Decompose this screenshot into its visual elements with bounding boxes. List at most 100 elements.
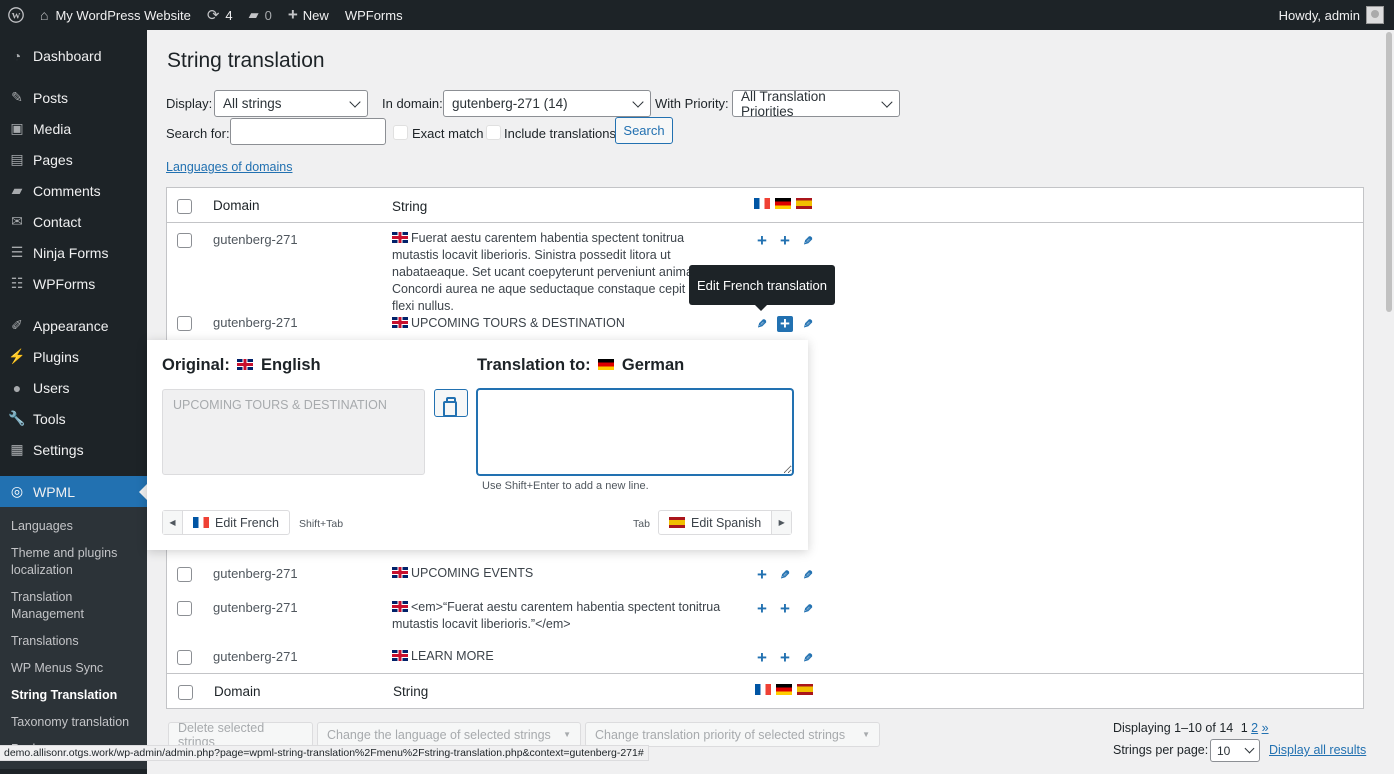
mail-icon: ✉ (11, 213, 23, 229)
submenu-item-wp-menus-sync[interactable]: WP Menus Sync (0, 655, 147, 682)
select-all-checkbox[interactable] (177, 199, 192, 214)
sidebar-item-wpforms[interactable]: ☷ WPForms (0, 268, 147, 299)
column-footer-string[interactable]: String (393, 684, 428, 699)
add-french-translation-button[interactable]: + (754, 566, 770, 583)
translation-actions: + + ✎ (754, 649, 816, 666)
chevron-down-icon (1244, 743, 1255, 754)
wordpress-logo-icon[interactable]: W (0, 0, 32, 30)
languages-of-domains-link[interactable]: Languages of domains (166, 160, 292, 174)
search-button[interactable]: Search (615, 117, 673, 144)
row-checkbox[interactable] (177, 601, 192, 616)
sidebar-item-users[interactable]: ● Users (0, 372, 147, 403)
wpforms-link[interactable]: WPForms (337, 0, 411, 30)
edit-spanish-translation-button[interactable]: ✎ (800, 601, 816, 617)
column-footer-domain[interactable]: Domain (214, 684, 261, 699)
sidebar-item-pages[interactable]: ▤ Pages (0, 144, 147, 175)
edit-german-translation-button[interactable]: ✎ (777, 567, 793, 583)
display-select-value: All strings (223, 96, 282, 111)
submenu-item-string-translation[interactable]: String Translation (0, 682, 147, 709)
row-checkbox[interactable] (177, 650, 192, 665)
row-checkbox[interactable] (177, 567, 192, 582)
domain-select[interactable]: gutenberg-271 (14) (443, 90, 651, 117)
add-french-translation-button[interactable]: + (754, 649, 770, 666)
translation-actions: ✎ + ✎ (754, 315, 816, 332)
add-french-translation-button[interactable]: + (754, 600, 770, 617)
sidebar-item-label: Appearance (33, 317, 109, 334)
submenu-item-translation-management[interactable]: Translation Management (0, 584, 147, 628)
account-menu[interactable]: Howdy, admin (1271, 0, 1394, 30)
germany-flag-icon (598, 359, 615, 370)
edit-spanish-translation-button[interactable]: ✎ (800, 650, 816, 666)
per-page-label: Strings per page: (1113, 743, 1209, 757)
site-name-link[interactable]: ⌂ My WordPress Website (32, 0, 199, 30)
next-page-link[interactable]: » (1262, 721, 1269, 735)
sidebar-item-wpml[interactable]: ◎ WPML (0, 476, 147, 507)
updates-link[interactable]: ⟳ 4 (199, 0, 241, 30)
sidebar-item-comments[interactable]: ▰ Comments (0, 175, 147, 206)
priority-select[interactable]: All Translation Priorities (732, 89, 900, 119)
site-name-label: My WordPress Website (55, 7, 191, 23)
delete-selected-button[interactable]: Delete selected strings (168, 721, 313, 749)
add-german-translation-button[interactable]: + (777, 232, 793, 249)
edit-spanish-button[interactable]: Edit Spanish ▶ (658, 510, 793, 535)
new-content-link[interactable]: + New (280, 0, 337, 30)
sidebar-item-label: Tools (33, 410, 66, 427)
page-current: 1 (1240, 721, 1248, 735)
sidebar-item-media[interactable]: ▣ Media (0, 113, 147, 144)
display-all-results-link[interactable]: Display all results (1269, 743, 1366, 757)
search-label: Search for: (166, 126, 230, 141)
pin-icon: ✎ (11, 89, 23, 105)
submenu-item-languages[interactable]: Languages (0, 513, 147, 540)
translation-textarea[interactable] (477, 389, 793, 475)
submenu-item-translations[interactable]: Translations (0, 628, 147, 655)
triangle-left-icon: ◀ (163, 511, 183, 534)
submenu-item-theme-plugins-localization[interactable]: Theme and plugins localization (0, 540, 147, 584)
add-german-translation-button[interactable]: + (777, 649, 793, 666)
edit-spanish-translation-button[interactable]: ✎ (800, 567, 816, 583)
sidebar-item-contact[interactable]: ✉ Contact (0, 206, 147, 237)
sidebar-item-ninja-forms[interactable]: ☰ Ninja Forms (0, 237, 147, 268)
submenu-item-taxonomy-translation[interactable]: Taxonomy translation (0, 709, 147, 736)
comments-link[interactable]: ▰ 0 (241, 0, 280, 30)
edit-spanish-translation-button[interactable]: ✎ (800, 233, 816, 249)
sidebar-item-label: Posts (33, 89, 69, 106)
edit-spanish-translation-button[interactable]: ✎ (800, 316, 816, 332)
select-all-checkbox-footer[interactable] (178, 685, 193, 700)
chevron-down-icon (349, 95, 361, 108)
sidebar-item-appearance[interactable]: ✐ Appearance (0, 310, 147, 341)
add-french-translation-button[interactable]: + (754, 232, 770, 249)
per-page-select[interactable]: 10 (1210, 739, 1260, 762)
translation-actions: + ✎ ✎ (754, 566, 816, 583)
change-language-select[interactable]: Change the language of selected strings ▼ (317, 722, 581, 747)
page-2-link[interactable]: 2 (1251, 721, 1258, 735)
triangle-right-icon: ▶ (771, 511, 792, 534)
sidebar-item-posts[interactable]: ✎ Posts (0, 82, 147, 113)
display-select[interactable]: All strings (214, 90, 368, 117)
page-scrollbar[interactable] (1384, 30, 1394, 774)
include-translations-checkbox[interactable] (486, 125, 501, 140)
chevron-down-icon (632, 95, 644, 108)
priority-label: With Priority: (655, 96, 729, 111)
search-input[interactable] (230, 118, 386, 145)
edit-french-translation-button[interactable]: ✎ (754, 316, 770, 332)
sidebar-item-plugins[interactable]: ⚡ Plugins (0, 341, 147, 372)
exact-match-label: Exact match (412, 126, 484, 141)
row-checkbox[interactable] (177, 233, 192, 248)
uk-flag-icon (392, 317, 408, 328)
row-checkbox[interactable] (177, 316, 192, 331)
add-german-translation-button[interactable]: + (777, 315, 793, 332)
column-header-string[interactable]: String (392, 198, 732, 215)
add-german-translation-button[interactable]: + (777, 600, 793, 617)
change-priority-select[interactable]: Change translation priority of selected … (585, 722, 880, 747)
admin-bar: W ⌂ My WordPress Website ⟳ 4 ▰ 0 + New W… (0, 0, 1394, 30)
column-header-domain[interactable]: Domain (213, 198, 260, 213)
exact-match-checkbox[interactable] (393, 125, 408, 140)
sidebar-item-settings[interactable]: ▦ Settings (0, 434, 147, 465)
scrollbar-thumb[interactable] (1386, 32, 1392, 312)
edit-french-button[interactable]: ◀ Edit French (162, 510, 290, 535)
admin-sidebar: ◔ Dashboard ✎ Posts ▣ Media ▤ Pages ▰ Comment… (0, 30, 147, 774)
sidebar-item-tools[interactable]: 🔧 Tools (0, 403, 147, 434)
table-footer: Domain String (166, 674, 1364, 709)
sidebar-item-dashboard[interactable]: ◔ Dashboard (0, 40, 147, 71)
copy-original-button[interactable] (434, 389, 468, 417)
